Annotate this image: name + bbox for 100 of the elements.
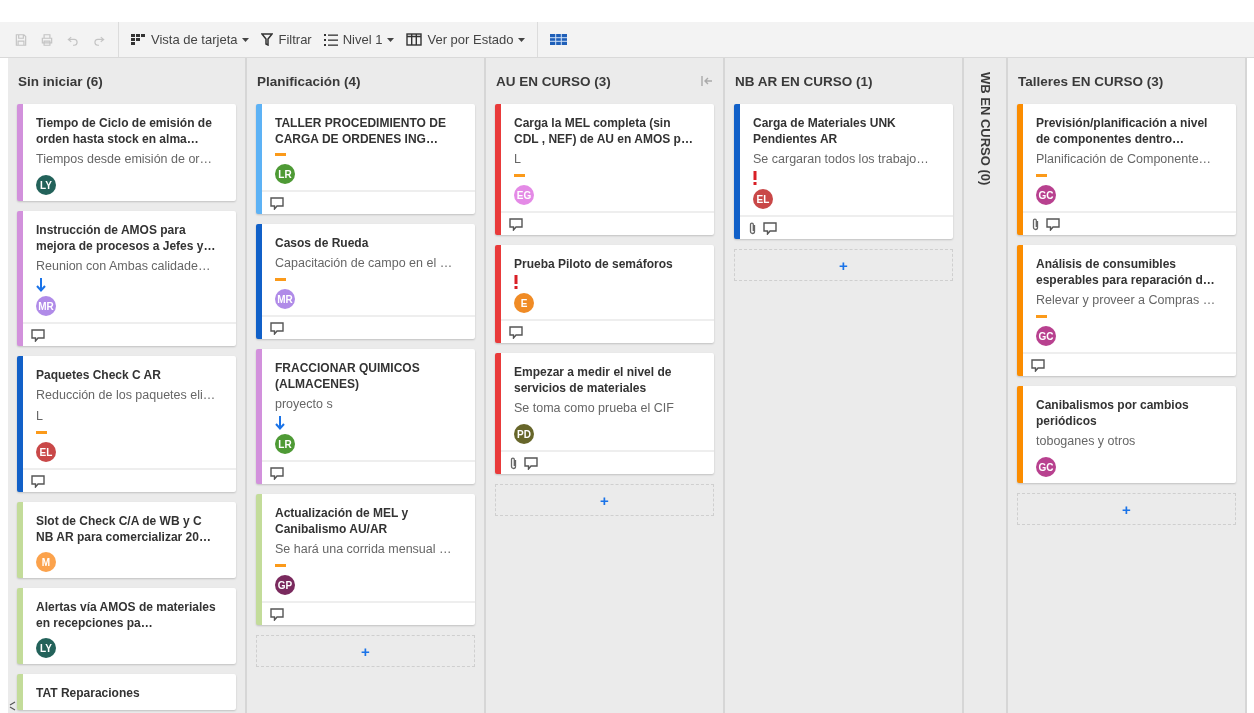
card-title: Alertas vía AMOS de materiales en recepciones pa…: [36, 599, 217, 631]
column-title: Talleres EN CURSO (3): [1018, 73, 1164, 89]
column-title: WB EN CURSO (0): [977, 72, 993, 186]
task-card[interactable]: Alertas vía AMOS de materiales en recepciones pa… LY: [17, 588, 236, 664]
card-title: Prueba Piloto de semáforos: [514, 256, 674, 272]
task-card[interactable]: Actualización de MEL y Canibalismo AU/AR Se hará una corrida mensual … GP: [256, 494, 475, 625]
comment-icon[interactable]: [31, 474, 45, 488]
column-title: NB AR EN CURSO (1): [735, 73, 873, 89]
filter-icon: [261, 33, 274, 46]
card-title: Carga de Materiales UNK Pendientes AR: [753, 115, 897, 147]
avatar: GP: [275, 575, 295, 595]
card-description: Capacitación de campo en el …: [275, 255, 454, 272]
collapsed-column[interactable]: WB EN CURSO (0): [964, 58, 1008, 713]
add-card-button[interactable]: +: [256, 635, 475, 667]
card-description: proyecto s: [275, 396, 334, 413]
table-icon: [550, 34, 568, 45]
caret-icon: [387, 37, 395, 42]
avatar: MR: [36, 296, 56, 316]
card-description: L: [36, 408, 44, 425]
card-description: Se hará una corrida mensual …: [275, 541, 453, 558]
comment-icon[interactable]: [524, 456, 538, 470]
card-title: Tiempo de Ciclo de emisión de orden hasta stock en alma…: [36, 115, 213, 147]
card-title: FRACCIONAR QUIMICOS (ALMACENES): [275, 360, 421, 392]
avatar: EG: [514, 185, 534, 205]
card-description: toboganes y otros: [1036, 433, 1137, 450]
caret-icon: [242, 37, 250, 42]
task-card[interactable]: Previsión/planificación a nivel de componentes dentro… Planificación de Componente… GC: [1017, 104, 1236, 235]
card-title: Slot de Check C/A de WB y C NB AR para comercializar 20…: [36, 513, 212, 545]
column-title: Planificación (4): [257, 73, 361, 89]
comment-icon[interactable]: [1046, 217, 1060, 231]
task-card[interactable]: Instrucción de AMOS para mejora de procesos a Jefes y… Reunion con Ambas calidade… MR: [17, 211, 236, 346]
avatar: LR: [275, 164, 295, 184]
task-card[interactable]: Carga de Materiales UNK Pendientes AR Se cargaran todos los trabajo… EL: [734, 104, 953, 239]
task-card[interactable]: TAT Reparaciones: [17, 674, 236, 710]
comment-icon[interactable]: [1031, 358, 1045, 372]
card-title: TALLER PROCEDIMIENTO DE CARGA DE ORDENES ING…: [275, 115, 447, 147]
card-description: Se toma como prueba el CIF: [514, 400, 675, 417]
paperclip-icon[interactable]: [1031, 217, 1040, 231]
avatar: LR: [275, 434, 295, 454]
column-title: AU EN CURSO (3): [496, 73, 611, 89]
column-title: Sin iniciar (6): [18, 73, 103, 89]
card-description: Se cargaran todos los trabajo…: [753, 151, 930, 168]
task-card[interactable]: Análisis de consumibles esperables para reparación d… Relevar y proveer a Compras … GC: [1017, 245, 1236, 376]
task-card[interactable]: Slot de Check C/A de WB y C NB AR para comercializar 20… M: [17, 502, 236, 578]
add-card-button[interactable]: +: [1017, 493, 1236, 525]
list-icon: [323, 33, 338, 46]
comment-icon[interactable]: [509, 217, 523, 231]
toolbar-menu-button[interactable]: Ver por Estado: [400, 24, 532, 55]
comment-icon[interactable]: [270, 196, 284, 210]
card-description: Planificación de Componente…: [1036, 151, 1213, 168]
avatar: GC: [1036, 326, 1056, 346]
card-title: Actualización de MEL y Canibalismo AU/AR: [275, 505, 410, 537]
task-card[interactable]: Tiempo de Ciclo de emisión de orden hasta stock en alma… Tiempos desde emisión de or… LY: [17, 104, 236, 201]
add-card-button[interactable]: +: [734, 249, 953, 281]
avatar: LY: [36, 175, 56, 195]
comment-icon[interactable]: [31, 328, 45, 342]
avatar: EL: [36, 442, 56, 462]
add-card-button[interactable]: +: [495, 484, 714, 516]
card-description: Relevar y proveer a Compras …: [1036, 292, 1217, 309]
task-card[interactable]: FRACCIONAR QUIMICOS (ALMACENES) proyecto s LR: [256, 349, 475, 484]
card-description: Reunion con Ambas calidade…: [36, 258, 212, 275]
card-view-icon: [131, 33, 146, 46]
comment-icon[interactable]: [509, 325, 523, 339]
card-title: Empezar a medir el nivel de servicios de materiales: [514, 364, 673, 396]
task-card[interactable]: Casos de Rueda Capacitación de campo en el … MR: [256, 224, 475, 339]
card-description: Tiempos desde emisión de or…: [36, 151, 213, 168]
task-card[interactable]: Empezar a medir el nivel de servicios de materiales Se toma como prueba el CIF PD: [495, 353, 714, 474]
toolbar-menu-button[interactable]: Nivel 1: [317, 24, 401, 55]
save-icon: [14, 32, 28, 47]
avatar: PD: [514, 424, 534, 444]
avatar: MR: [275, 289, 295, 309]
toolbar-menu-button[interactable]: Vista de tarjeta: [125, 24, 256, 55]
card-title: Carga la MEL completa (sin CDL , NEF) de AU en AMOS p…: [514, 115, 694, 147]
avatar: GC: [1036, 457, 1056, 477]
comment-icon[interactable]: [270, 466, 284, 480]
comment-icon[interactable]: [270, 321, 284, 335]
avatar: E: [514, 293, 534, 313]
filter-button[interactable]: Filtrar: [255, 24, 318, 55]
comment-icon[interactable]: [270, 607, 284, 621]
task-card[interactable]: Paquetes Check C AR Reducción de los paquetes eli… L EL: [17, 356, 236, 492]
task-card[interactable]: Carga la MEL completa (sin CDL , NEF) de AU en AMOS p… L EG: [495, 104, 714, 235]
card-title: Paquetes Check C AR: [36, 367, 162, 383]
avatar: LY: [36, 638, 56, 658]
avatar: EL: [753, 189, 773, 209]
card-title: Instrucción de AMOS para mejora de procesos a Jefes y…: [36, 222, 217, 254]
print-icon: [40, 32, 54, 47]
task-card[interactable]: TALLER PROCEDIMIENTO DE CARGA DE ORDENES ING… LR: [256, 104, 475, 214]
card-title: Canibalismos por cambios periódicos: [1036, 397, 1190, 429]
task-card[interactable]: Prueba Piloto de semáforos E: [495, 245, 714, 343]
card-title: Previsión/planificación a nivel de componentes dentro…: [1036, 115, 1209, 147]
card-description: Reducción de los paquetes eli…: [36, 387, 217, 404]
comment-icon[interactable]: [763, 221, 777, 235]
card-title: TAT Reparaciones: [36, 685, 141, 701]
paperclip-icon[interactable]: [748, 221, 757, 235]
card-description: L: [514, 151, 522, 168]
card-title: Casos de Rueda: [275, 235, 370, 251]
avatar: GC: [1036, 185, 1056, 205]
task-card[interactable]: Canibalismos por cambios periódicos toboganes y otros GC: [1017, 386, 1236, 483]
caret-icon: [518, 37, 526, 42]
paperclip-icon[interactable]: [509, 456, 518, 470]
